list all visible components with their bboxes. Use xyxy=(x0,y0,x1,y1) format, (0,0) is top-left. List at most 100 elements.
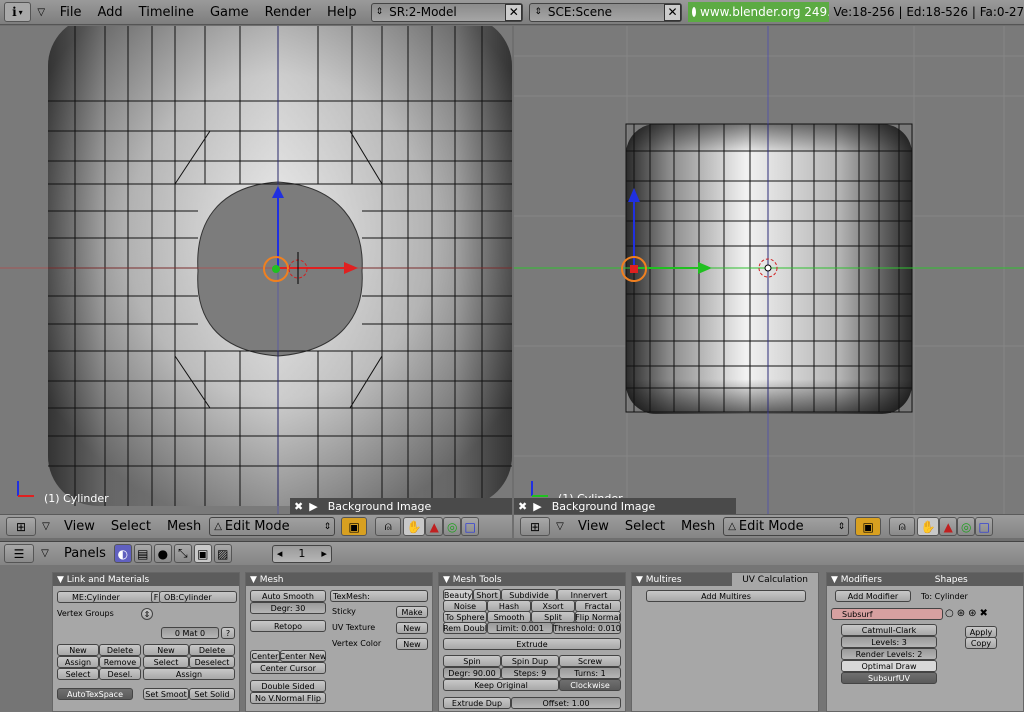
menu-add[interactable]: Add xyxy=(90,2,131,22)
editor-type-icon[interactable]: ☰ xyxy=(4,544,34,563)
rem-doubles-button[interactable]: Rem Doubl xyxy=(443,622,487,634)
mat-assign-button[interactable]: Assign xyxy=(143,668,235,680)
collapse-icon[interactable]: ▽ xyxy=(36,521,56,532)
scale-icon[interactable]: □ xyxy=(975,517,994,536)
object-icon[interactable]: ⤡ xyxy=(173,544,192,563)
optimal-draw-toggle[interactable]: Optimal Draw xyxy=(841,660,937,672)
extrude-button[interactable]: Extrude xyxy=(443,638,621,650)
uv-calculation-tab[interactable]: UV Calculation xyxy=(732,573,818,586)
translate-icon[interactable]: ▲ xyxy=(939,517,958,536)
draw-type-icon[interactable]: ▣ xyxy=(341,517,368,536)
collapse-menu-icon[interactable]: ▽ xyxy=(31,2,52,22)
left-mode-selector[interactable]: △ Edit Mode ⇕ xyxy=(209,517,336,536)
screen-selector[interactable]: ⇕ SR:2-Model ✕ xyxy=(370,2,524,22)
no-vnormal-flip-toggle[interactable]: No V.Normal Flip xyxy=(250,692,326,704)
clockwise-toggle[interactable]: Clockwise xyxy=(559,679,621,691)
rotate-icon[interactable]: ◎ xyxy=(957,517,976,536)
script-icon[interactable]: ▤ xyxy=(133,544,152,563)
vertex-color-new-button[interactable]: New xyxy=(396,638,428,650)
scene-selector[interactable]: ⇕ SCE:Scene ✕ xyxy=(529,2,683,22)
editor-type-icon[interactable]: ⊞ xyxy=(6,517,36,536)
mesh-name-field[interactable]: ME:Cylinder xyxy=(57,591,157,603)
left-background-image-panel[interactable]: ✖ ▶ Background Image xyxy=(290,498,512,514)
right-mode-selector[interactable]: △ Edit Mode ⇕ xyxy=(723,517,850,536)
mat-deselect-button[interactable]: Deselect xyxy=(189,656,235,668)
collapse-icon[interactable]: ▽ xyxy=(550,521,570,532)
vg-new-button[interactable]: New xyxy=(57,644,99,656)
retopo-toggle[interactable]: Retopo xyxy=(250,620,326,632)
mat-new-button[interactable]: New xyxy=(143,644,189,656)
play-icon[interactable]: ▶ xyxy=(309,500,317,513)
right-menu-mesh[interactable]: Mesh xyxy=(673,517,723,537)
center-cursor-button[interactable]: Center Cursor xyxy=(250,662,326,674)
levels-field[interactable]: Levels: 3 xyxy=(841,636,937,648)
close-scene-icon[interactable]: ✕ xyxy=(664,3,682,21)
turns-field[interactable]: Turns: 1 xyxy=(559,667,621,679)
shapes-tab[interactable]: Shapes xyxy=(935,575,968,585)
add-modifier-button[interactable]: Add Modifier xyxy=(835,590,911,602)
uv-texture-new-button[interactable]: New xyxy=(396,622,428,634)
auto-smooth-toggle[interactable]: Auto Smooth xyxy=(250,590,326,602)
object-name-field[interactable]: OB:Cylinder xyxy=(159,591,237,603)
center-new-button[interactable]: Center New xyxy=(280,650,326,662)
subsurf-uv-toggle[interactable]: SubsurfUV xyxy=(841,672,937,684)
play-icon[interactable]: ▶ xyxy=(533,500,541,513)
set-smooth-button[interactable]: Set Smoot xyxy=(143,688,189,700)
menu-render[interactable]: Render xyxy=(257,2,319,22)
autotexspace-toggle[interactable]: AutoTexSpace xyxy=(57,688,133,700)
vertex-group-menu-icon[interactable]: ⇕ xyxy=(141,608,153,620)
menu-game[interactable]: Game xyxy=(202,2,257,22)
pivot-icon[interactable]: ⍝ xyxy=(375,517,402,536)
editor-type-icon[interactable]: ⊞ xyxy=(520,517,550,536)
copy-button[interactable]: Copy xyxy=(965,637,997,649)
limit-field[interactable]: Limit: 0.001 xyxy=(487,622,553,634)
vg-select-button[interactable]: Select xyxy=(57,668,99,680)
close-icon[interactable]: ✖ xyxy=(518,500,527,513)
menu-timeline[interactable]: Timeline xyxy=(131,2,202,22)
texmesh-field[interactable]: TexMesh: xyxy=(330,590,428,602)
close-icon[interactable]: ✖ xyxy=(294,500,303,513)
logic-icon[interactable]: ◐ xyxy=(113,544,132,563)
center-button[interactable]: Center xyxy=(250,650,280,662)
offset-field[interactable]: Offset: 1.00 xyxy=(511,697,621,709)
vg-assign-button[interactable]: Assign xyxy=(57,656,99,668)
rotate-icon[interactable]: ◎ xyxy=(443,517,462,536)
info-icon[interactable]: i ▾ xyxy=(4,2,31,22)
material-help-button[interactable]: ? xyxy=(221,627,235,639)
translate-icon[interactable]: ▲ xyxy=(425,517,444,536)
steps-field[interactable]: Steps: 9 xyxy=(501,667,559,679)
hand-icon[interactable]: ✋ xyxy=(403,517,426,536)
double-sided-toggle[interactable]: Double Sided xyxy=(250,680,326,692)
close-screen-icon[interactable]: ✕ xyxy=(505,3,523,21)
spin-dup-button[interactable]: Spin Dup xyxy=(501,655,559,667)
scene-icon[interactable]: ▨ xyxy=(213,544,232,563)
hand-icon[interactable]: ✋ xyxy=(917,517,940,536)
left-3d-viewport[interactable]: (1) Cylinder xyxy=(0,26,512,514)
scale-icon[interactable]: □ xyxy=(461,517,480,536)
auto-smooth-degr-field[interactable]: Degr: 30 xyxy=(250,602,326,614)
right-background-image-panel[interactable]: ✖ ▶ Background Image xyxy=(514,498,736,514)
up-icon[interactable]: ⊛ xyxy=(957,608,965,619)
vg-delete-button[interactable]: Delete xyxy=(99,644,141,656)
add-multires-button[interactable]: Add Multires xyxy=(646,590,806,602)
vg-desel-button[interactable]: Desel. xyxy=(99,668,141,680)
mat-select-button[interactable]: Select xyxy=(143,656,189,668)
left-menu-view[interactable]: View xyxy=(56,517,103,537)
spin-button[interactable]: Spin xyxy=(443,655,501,667)
right-menu-select[interactable]: Select xyxy=(617,517,673,537)
editing-icon[interactable]: ▣ xyxy=(193,544,212,563)
pivot-icon[interactable]: ⍝ xyxy=(889,517,916,536)
subsurf-modifier-header[interactable]: Subsurf xyxy=(831,608,943,620)
set-solid-button[interactable]: Set Solid xyxy=(189,688,235,700)
subdiv-type-menu[interactable]: Catmull-Clark xyxy=(841,624,937,636)
right-3d-viewport[interactable]: (1) Cylinder xyxy=(514,26,1024,514)
collapse-icon[interactable]: ▽ xyxy=(34,548,56,559)
delete-icon[interactable]: ✖ xyxy=(980,608,988,619)
shading-icon[interactable]: ● xyxy=(153,544,172,563)
vg-remove-button[interactable]: Remove xyxy=(99,656,141,668)
right-menu-view[interactable]: View xyxy=(570,517,617,537)
draw-type-icon[interactable]: ▣ xyxy=(855,517,882,536)
left-menu-mesh[interactable]: Mesh xyxy=(159,517,209,537)
spin-degr-field[interactable]: Degr: 90.00 xyxy=(443,667,501,679)
render-levels-field[interactable]: Render Levels: 2 xyxy=(841,648,937,660)
